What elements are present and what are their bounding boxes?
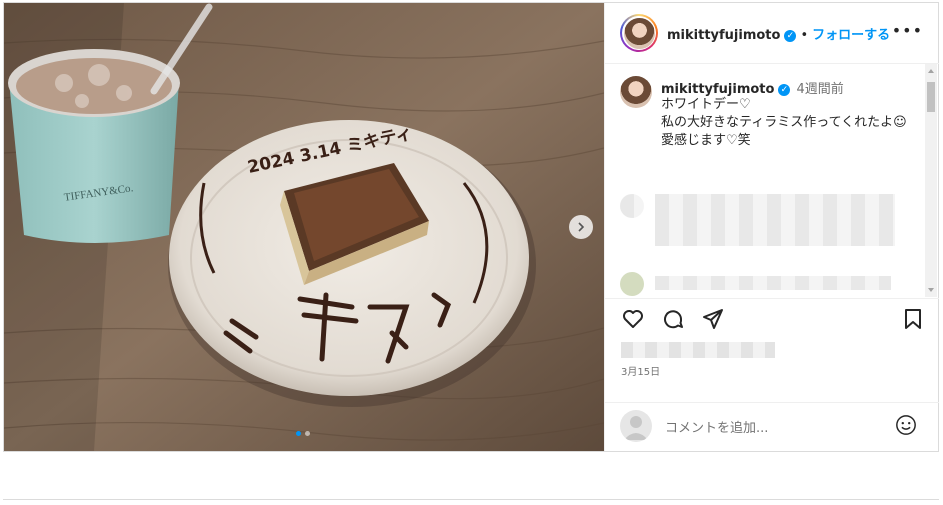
follow-button[interactable]: フォローする [812, 28, 890, 43]
instagram-post: TIFFANY&Co. 2024 3.14 ミキティ mikittyfujimo… [3, 2, 939, 452]
header-separator: • [800, 28, 809, 43]
header-user-line: mikittyfujimoto ✓ • フォローする [667, 24, 890, 43]
caption-text: ホワイトデー♡ 私の大好きなティラミス作ってくれたよ☺︎ 愛感じます♡笑 [661, 96, 911, 150]
comment-input[interactable]: コメントを追加... [665, 417, 768, 436]
header-username[interactable]: mikittyfujimoto [667, 28, 780, 43]
verified-icon: ✓ [784, 29, 797, 42]
post-date[interactable]: 3月15日 [621, 363, 660, 378]
comments-area[interactable]: mikittyfujimoto ✓ 4週間前 ホワイトデー♡ 私の大好きなティラミス… [605, 64, 939, 297]
post-header: mikittyfujimoto ✓ • フォローする ••• [605, 3, 939, 64]
current-user-avatar [620, 410, 652, 442]
action-bar [605, 298, 939, 339]
comment-icon[interactable] [661, 307, 685, 331]
avatar [623, 17, 655, 49]
carousel-dot-active [296, 431, 301, 436]
comments-scrollbar[interactable] [925, 64, 937, 297]
post-photo[interactable]: TIFFANY&Co. 2024 3.14 ミキティ [4, 3, 604, 451]
chevron-right-icon [578, 222, 585, 232]
scroll-up-arrow-icon[interactable] [928, 69, 934, 73]
verified-icon: ✓ [778, 83, 791, 96]
bookmark-icon[interactable] [901, 307, 925, 331]
emoji-icon[interactable] [895, 414, 917, 436]
share-icon[interactable] [701, 307, 725, 331]
caption-line: 私の大好きなティラミス作ってくれたよ☺︎ [661, 115, 907, 130]
blurred-comment-avatar [620, 272, 644, 296]
caption-line: ホワイトデー♡ [661, 97, 751, 112]
caption-time[interactable]: 4週間前 [796, 82, 843, 97]
likes-count-blurred [621, 342, 775, 358]
heart-icon[interactable] [621, 307, 645, 331]
caption-user-line: mikittyfujimoto ✓ 4週間前 [661, 78, 844, 97]
blurred-comment [655, 276, 891, 290]
page-divider [3, 499, 939, 500]
post-sidebar: mikittyfujimoto ✓ • フォローする ••• mikittyfujim… [604, 3, 939, 451]
blurred-comment-avatar [620, 194, 644, 218]
caption-username[interactable]: mikittyfujimoto [661, 82, 774, 97]
story-ring[interactable] [620, 14, 658, 52]
photo-illustration: TIFFANY&Co. 2024 3.14 ミキティ [4, 3, 604, 451]
carousel-dot [305, 431, 310, 436]
carousel-dots [296, 431, 310, 436]
user-silhouette-icon [624, 416, 648, 440]
next-photo-button[interactable] [569, 215, 593, 239]
caption-line: 愛感じます♡笑 [661, 133, 751, 148]
more-horizontal-icon[interactable]: ••• [892, 21, 923, 40]
scroll-down-arrow-icon[interactable] [928, 288, 934, 292]
scroll-thumb[interactable] [927, 82, 935, 112]
blurred-comment [655, 194, 895, 246]
caption-avatar[interactable] [620, 76, 652, 108]
add-comment-bar: コメントを追加... [605, 402, 939, 451]
